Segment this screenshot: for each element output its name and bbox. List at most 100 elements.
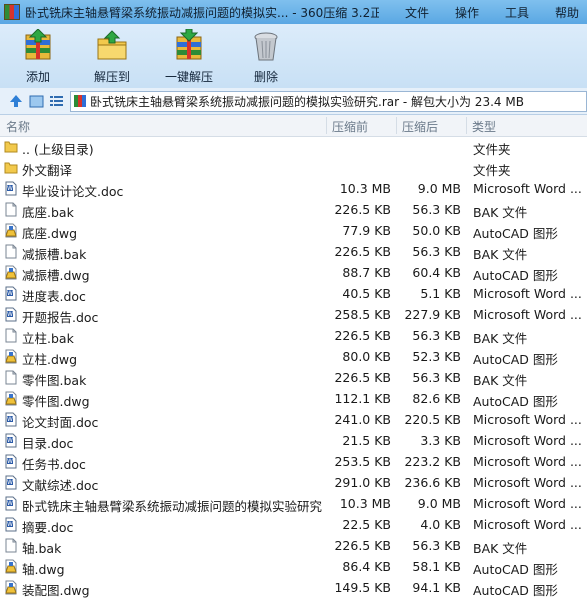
table-row[interactable]: W 论文封面.doc 241.0 KB 220.5 KB Microsoft Word … <box>0 409 587 430</box>
file-name: 论文封面.doc <box>22 415 99 430</box>
folder-icon <box>4 139 18 154</box>
file-type: BAK 文件 <box>473 541 528 556</box>
file-size-original: 21.5 KB <box>342 433 391 448</box>
thumbnail-view-icon <box>29 95 43 107</box>
table-row[interactable]: W 任务书.doc 253.5 KB 223.2 KB Microsoft Word .… <box>0 451 587 472</box>
extract-folder-icon <box>97 30 127 60</box>
table-row[interactable]: 立柱.bak 226.5 KB 56.3 KB BAK 文件 <box>0 325 587 346</box>
file-type: Microsoft Word ... <box>473 433 582 448</box>
menu-operation[interactable]: 操作 <box>455 4 479 21</box>
add-button[interactable]: 添加 <box>0 24 76 88</box>
table-row[interactable]: W 文献综述.doc 291.0 KB 236.6 KB Microsoft Word … <box>0 472 587 493</box>
file-size-original: 40.5 KB <box>342 286 391 301</box>
trash-bin-icon <box>254 32 278 61</box>
extract-to-button[interactable]: 解压到 <box>76 24 148 88</box>
file-size-compressed: 60.4 KB <box>412 265 461 280</box>
table-row[interactable]: W 开题报告.doc 258.5 KB 227.9 KB Microsoft Word … <box>0 304 587 325</box>
file-list: .. (上级目录) 文件夹 外文翻译 文件夹 W 毕业设计论文.doc 10.3 MB 9… <box>0 136 587 608</box>
blank-file-icon <box>4 202 18 217</box>
file-name: 减振槽.dwg <box>22 268 90 283</box>
file-size-original: 112.1 KB <box>334 391 391 406</box>
file-type: BAK 文件 <box>473 331 528 346</box>
file-size-compressed: 50.0 KB <box>412 223 461 238</box>
file-type: 文件夹 <box>473 142 511 157</box>
table-row[interactable]: 减振槽.dwg 88.7 KB 60.4 KB AutoCAD 图形 <box>0 262 587 283</box>
column-header: 名称 压缩前 压缩后 类型 <box>0 115 587 137</box>
word-doc-icon: W <box>4 475 18 490</box>
autocad-icon <box>4 223 18 238</box>
file-type: Microsoft Word ... <box>473 496 582 511</box>
list-view-button[interactable] <box>46 91 66 111</box>
file-size-compressed: 82.6 KB <box>412 391 461 406</box>
table-row[interactable]: W 进度表.doc 40.5 KB 5.1 KB Microsoft Word ... <box>0 283 587 304</box>
file-size-original: 241.0 KB <box>334 412 391 427</box>
svg-text:W: W <box>7 458 13 465</box>
file-name: 轴.dwg <box>22 562 65 577</box>
table-row[interactable]: W 摘要.doc 22.5 KB 4.0 KB Microsoft Word ... <box>0 514 587 535</box>
column-divider[interactable] <box>466 117 467 134</box>
table-row[interactable]: 轴.bak 226.5 KB 56.3 KB BAK 文件 <box>0 535 587 556</box>
rar-archive-icon <box>74 95 86 107</box>
file-name: 立柱.bak <box>22 331 74 346</box>
file-type: Microsoft Word ... <box>473 517 582 532</box>
svg-text:W: W <box>7 416 13 423</box>
word-doc-icon: W <box>4 412 18 427</box>
column-compressed[interactable]: 压缩前 <box>332 118 368 135</box>
file-size-compressed: 56.3 KB <box>412 370 461 385</box>
file-size-compressed: 56.3 KB <box>412 202 461 217</box>
table-row[interactable]: W 目录.doc 21.5 KB 3.3 KB Microsoft Word ... <box>0 430 587 451</box>
file-name: 目录.doc <box>22 436 74 451</box>
table-row[interactable]: 底座.dwg 77.9 KB 50.0 KB AutoCAD 图形 <box>0 220 587 241</box>
title-bar: 卧式铣床主轴悬臂梁系统振动减振问题的模拟实... - 360压缩 3.2正式版 … <box>0 0 587 24</box>
table-row[interactable]: 轴.dwg 86.4 KB 58.1 KB AutoCAD 图形 <box>0 556 587 577</box>
delete-button[interactable]: 删除 <box>230 24 302 88</box>
file-type: AutoCAD 图形 <box>473 562 558 577</box>
file-type: BAK 文件 <box>473 205 528 220</box>
file-size-compressed: 58.1 KB <box>412 559 461 574</box>
up-level-button[interactable] <box>6 91 26 111</box>
column-divider[interactable] <box>396 117 397 134</box>
menu-help[interactable]: 帮助 <box>555 4 579 21</box>
column-type[interactable]: 类型 <box>472 118 496 135</box>
word-doc-icon: W <box>4 454 18 469</box>
large-icon-view-button[interactable] <box>26 91 46 111</box>
blank-file-icon <box>4 328 18 343</box>
svg-text:W: W <box>7 437 13 444</box>
file-size-original: 77.9 KB <box>342 223 391 238</box>
column-divider[interactable] <box>326 117 327 134</box>
file-size-original: 226.5 KB <box>334 244 391 259</box>
autocad-icon <box>4 391 18 406</box>
table-row[interactable]: .. (上级目录) 文件夹 <box>0 136 587 157</box>
table-row[interactable]: 减振槽.bak 226.5 KB 56.3 KB BAK 文件 <box>0 241 587 262</box>
menu-file[interactable]: 文件 <box>405 4 429 21</box>
table-row[interactable]: W 卧式铣床主轴悬臂梁系统振动减振问题的模拟实验研究.... 10.3 MB 9.0 … <box>0 493 587 514</box>
file-size-compressed: 227.9 KB <box>404 307 461 322</box>
file-type: Microsoft Word ... <box>473 412 582 427</box>
table-row[interactable]: 立柱.dwg 80.0 KB 52.3 KB AutoCAD 图形 <box>0 346 587 367</box>
table-row[interactable]: 零件图.dwg 112.1 KB 82.6 KB AutoCAD 图形 <box>0 388 587 409</box>
column-name[interactable]: 名称 <box>6 118 30 135</box>
file-name: 立柱.dwg <box>22 352 78 367</box>
menu-tools[interactable]: 工具 <box>505 4 529 21</box>
file-type: AutoCAD 图形 <box>473 268 558 283</box>
file-size-original: 226.5 KB <box>334 538 391 553</box>
column-packed[interactable]: 压缩后 <box>402 118 438 135</box>
table-row[interactable]: W 毕业设计论文.doc 10.3 MB 9.0 MB Microsoft Word .… <box>0 178 587 199</box>
table-row[interactable]: 装配图.dwg 149.5 KB 94.1 KB AutoCAD 图形 <box>0 577 587 598</box>
table-row[interactable]: 底座.bak 226.5 KB 56.3 KB BAK 文件 <box>0 199 587 220</box>
file-size-compressed: 94.1 KB <box>412 580 461 595</box>
file-type: Microsoft Word ... <box>473 307 582 322</box>
word-doc-icon: W <box>4 433 18 448</box>
file-name: 零件图.bak <box>22 373 87 388</box>
table-row[interactable]: 外文翻译 文件夹 <box>0 157 587 178</box>
archive-path-text: 卧式铣床主轴悬臂梁系统振动减振问题的模拟实验研究.rar - 解包大小为 23.… <box>90 94 524 109</box>
file-size-compressed: 5.1 KB <box>420 286 461 301</box>
svg-text:W: W <box>7 521 13 528</box>
file-type: AutoCAD 图形 <box>473 583 558 598</box>
file-size-original: 149.5 KB <box>334 580 391 595</box>
table-row[interactable]: 零件图.bak 226.5 KB 56.3 KB BAK 文件 <box>0 367 587 388</box>
one-click-extract-button[interactable]: 一键解压 <box>148 24 230 88</box>
file-name: 轴.bak <box>22 541 62 556</box>
list-view-icon <box>49 95 63 106</box>
archive-path-field[interactable]: 卧式铣床主轴悬臂梁系统振动减振问题的模拟实验研究.rar - 解包大小为 23.… <box>70 90 587 112</box>
